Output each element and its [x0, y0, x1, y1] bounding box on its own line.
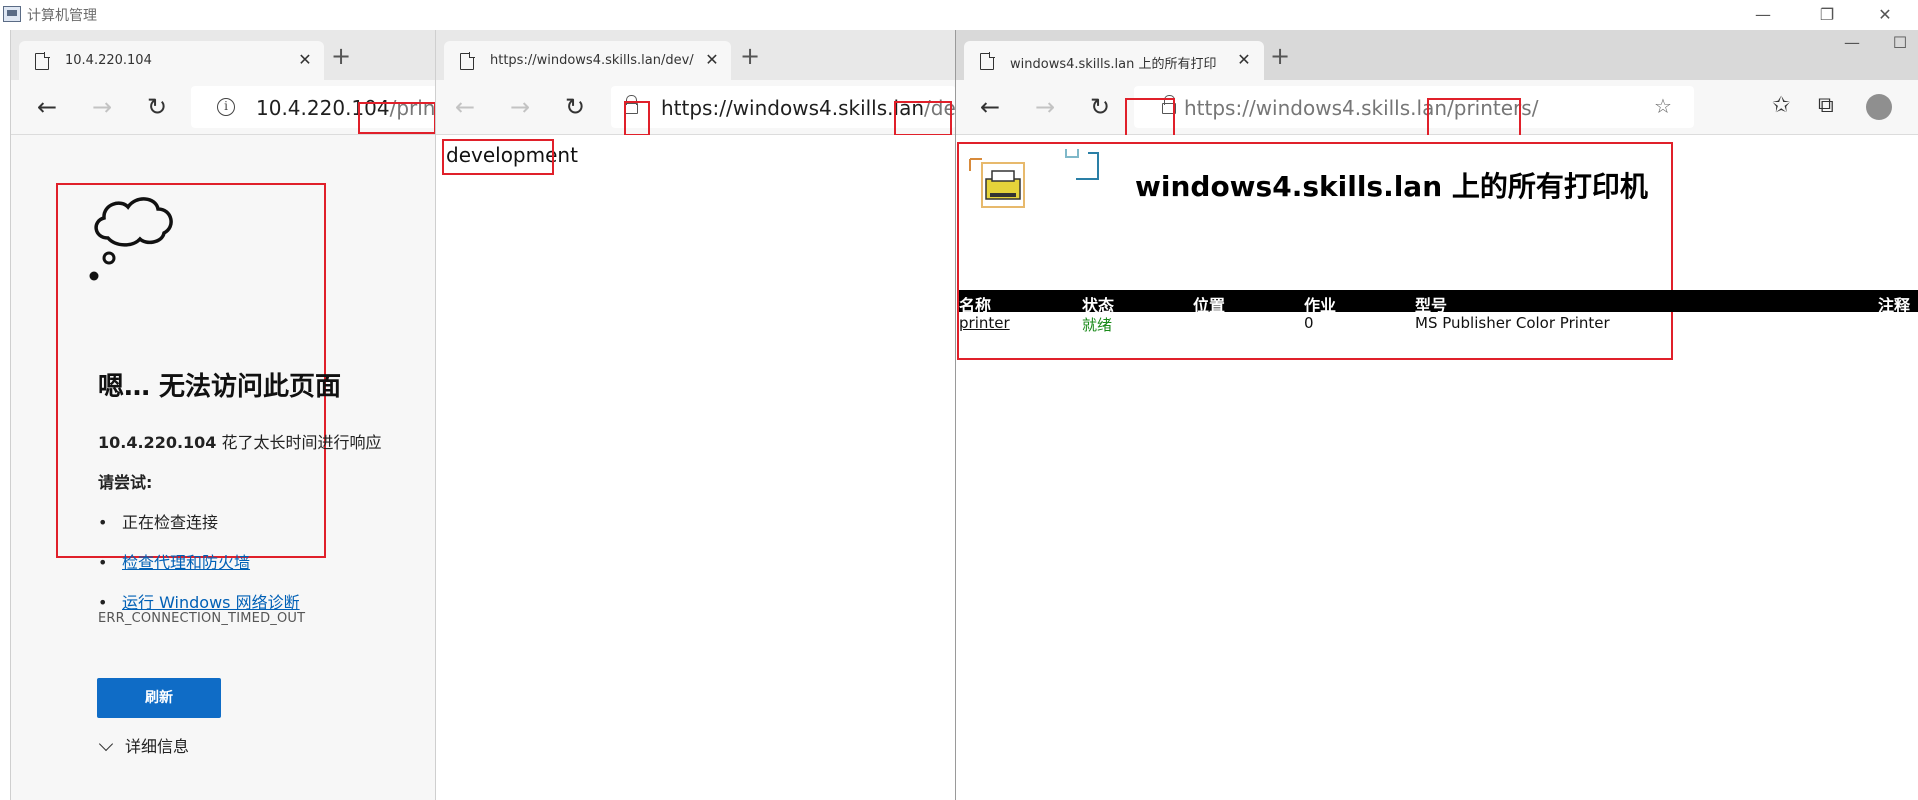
- page-icon: [460, 52, 475, 70]
- cloud-icon: [89, 197, 173, 281]
- address-text: https://windows4.skills.lan/dev/: [661, 96, 955, 120]
- tab-active[interactable]: 10.4.220.104 ✕: [19, 41, 324, 80]
- tab-strip: https://windows4.skills.lan/dev/ ✕ +: [436, 30, 955, 80]
- printer-link[interactable]: printer: [959, 314, 1010, 332]
- address-bar[interactable]: https://windows4.skills.lan/printers/ ☆: [1134, 86, 1694, 128]
- address-path: /dev/: [924, 96, 955, 120]
- suggestion-item: 运行 Windows 网络诊断: [98, 589, 300, 613]
- browser-window-dev: https://windows4.skills.lan/dev/ ✕ + ← →…: [435, 30, 955, 800]
- desktop-screen: { "host": { "title": "计算机管理", "controls"…: [0, 0, 1918, 800]
- tab-close-icon[interactable]: ✕: [702, 50, 722, 70]
- address-host: https://windows4.skills.lan: [1184, 96, 1448, 120]
- suggestion-item: 正在检查连接: [98, 509, 218, 533]
- new-tab-button[interactable]: +: [327, 43, 355, 71]
- address-path: /printers: [389, 96, 435, 120]
- printers-table: 名称 状态 位置 作业 型号 注释 printer 就绪 0 MS Publis…: [959, 290, 1918, 338]
- jobs-cell: 0: [1304, 314, 1314, 332]
- suggestion-item: 检查代理和防火墙: [98, 549, 250, 573]
- details-label: 详细信息: [125, 737, 190, 756]
- toolbar: ← → ↻ https://windows4.skills.lan/dev/: [436, 80, 955, 136]
- computer-management-icon: [3, 6, 21, 22]
- info-icon[interactable]: i: [217, 98, 235, 116]
- tab-close-icon[interactable]: ✕: [295, 50, 315, 70]
- table-row: printer 就绪 0 MS Publisher Color Printer: [959, 312, 1918, 338]
- error-code: ERR_CONNECTION_TIMED_OUT: [98, 611, 306, 626]
- page-text: development: [446, 143, 578, 167]
- star-icon[interactable]: ☆: [1654, 94, 1672, 118]
- back-arrow-icon[interactable]: ←: [31, 91, 63, 123]
- host-window-title: 计算机管理: [27, 8, 97, 24]
- try-label: 请尝试:: [98, 473, 153, 492]
- host-titlebar: 计算机管理 — ❐ ✕: [0, 0, 1918, 30]
- new-tab-button[interactable]: +: [736, 43, 764, 71]
- browser-window-ip: 10.4.220.104 ✕ + ← → ↻ i 10.4.220.104/pr…: [10, 30, 435, 800]
- page-icon: [980, 52, 995, 70]
- favorites-icon[interactable]: ✩: [1772, 93, 1790, 118]
- address-text: https://windows4.skills.lan/printers/: [1184, 96, 1538, 120]
- forward-arrow-icon[interactable]: →: [1029, 91, 1061, 123]
- profile-icon[interactable]: [1866, 94, 1892, 120]
- tab-active[interactable]: windows4.skills.lan 上的所有打印 ✕: [964, 41, 1264, 80]
- browser-window-printers: windows4.skills.lan 上的所有打印 ✕ + — ☐ ← → ↻…: [955, 30, 1918, 800]
- proxy-firewall-link[interactable]: 检查代理和防火墙: [122, 553, 250, 572]
- maximize-button[interactable]: ☐: [1880, 30, 1918, 56]
- address-bar[interactable]: i 10.4.220.104/printers: [191, 86, 435, 128]
- details-toggle[interactable]: 详细信息: [98, 733, 190, 757]
- printer-name-cell: printer: [959, 314, 1010, 332]
- address-bar[interactable]: https://windows4.skills.lan/dev/: [611, 86, 955, 128]
- lock-icon[interactable]: [624, 95, 638, 114]
- error-message: 10.4.220.104 花了太长时间进行响应: [98, 429, 382, 453]
- error-page: 嗯… 无法访问此页面 10.4.220.104 花了太长时间进行响应 请尝试: …: [11, 135, 435, 800]
- address-host: 10.4.220.104: [256, 96, 390, 120]
- close-button[interactable]: ✕: [1862, 2, 1908, 28]
- minimize-button[interactable]: —: [1740, 2, 1786, 28]
- error-title: 嗯… 无法访问此页面: [98, 372, 342, 402]
- error-message-text: 花了太长时间进行响应: [216, 433, 382, 452]
- address-text: 10.4.220.104/printers: [256, 96, 435, 120]
- tab-title: windows4.skills.lan 上的所有打印: [1010, 57, 1217, 72]
- suggestion-text: 正在检查连接: [122, 513, 219, 532]
- error-host: 10.4.220.104: [98, 433, 217, 452]
- page-icon: [35, 52, 50, 70]
- page-content: development: [436, 135, 955, 800]
- status-cell: 就绪: [1082, 316, 1113, 334]
- restore-button[interactable]: ❐: [1804, 2, 1850, 28]
- refresh-button[interactable]: 刷新: [97, 678, 221, 718]
- back-arrow-icon[interactable]: ←: [449, 91, 481, 123]
- collections-icon[interactable]: ⧉: [1818, 93, 1834, 118]
- refresh-icon[interactable]: ↻: [559, 91, 591, 123]
- tab-title: 10.4.220.104: [65, 53, 152, 68]
- tab-strip: 10.4.220.104 ✕ +: [11, 30, 435, 80]
- minimize-button[interactable]: —: [1832, 30, 1872, 56]
- table-header: 名称 状态 位置 作业 型号 注释: [959, 290, 1918, 315]
- model-cell: MS Publisher Color Printer: [1415, 314, 1610, 332]
- tab-active[interactable]: https://windows4.skills.lan/dev/ ✕: [444, 41, 731, 80]
- network-diagnostics-link[interactable]: 运行 Windows 网络诊断: [122, 593, 300, 612]
- forward-arrow-icon[interactable]: →: [86, 91, 118, 123]
- tab-title: https://windows4.skills.lan/dev/: [490, 53, 694, 68]
- forward-arrow-icon[interactable]: →: [504, 91, 536, 123]
- refresh-icon[interactable]: ↻: [1084, 91, 1116, 123]
- toolbar: ← → ↻ i 10.4.220.104/printers: [11, 80, 435, 135]
- tab-strip: windows4.skills.lan 上的所有打印 ✕ + — ☐: [956, 30, 1918, 80]
- printers-page: windows4.skills.lan 上的所有打印机 名称 状态 位置 作业 …: [956, 135, 1918, 800]
- page-title: windows4.skills.lan 上的所有打印机: [1135, 170, 1648, 203]
- refresh-icon[interactable]: ↻: [141, 91, 173, 123]
- address-path: /printers/: [1447, 96, 1539, 120]
- chevron-down-icon: [98, 736, 114, 752]
- lock-icon[interactable]: [1162, 95, 1176, 114]
- toolbar: ← → ↻ https://windows4.skills.lan/printe…: [956, 80, 1918, 141]
- back-arrow-icon[interactable]: ←: [974, 91, 1006, 123]
- tab-close-icon[interactable]: ✕: [1234, 50, 1254, 70]
- printer-folder-icon: [969, 149, 1099, 208]
- address-host: https://windows4.skills.lan: [661, 96, 925, 120]
- new-tab-button[interactable]: +: [1266, 43, 1294, 71]
